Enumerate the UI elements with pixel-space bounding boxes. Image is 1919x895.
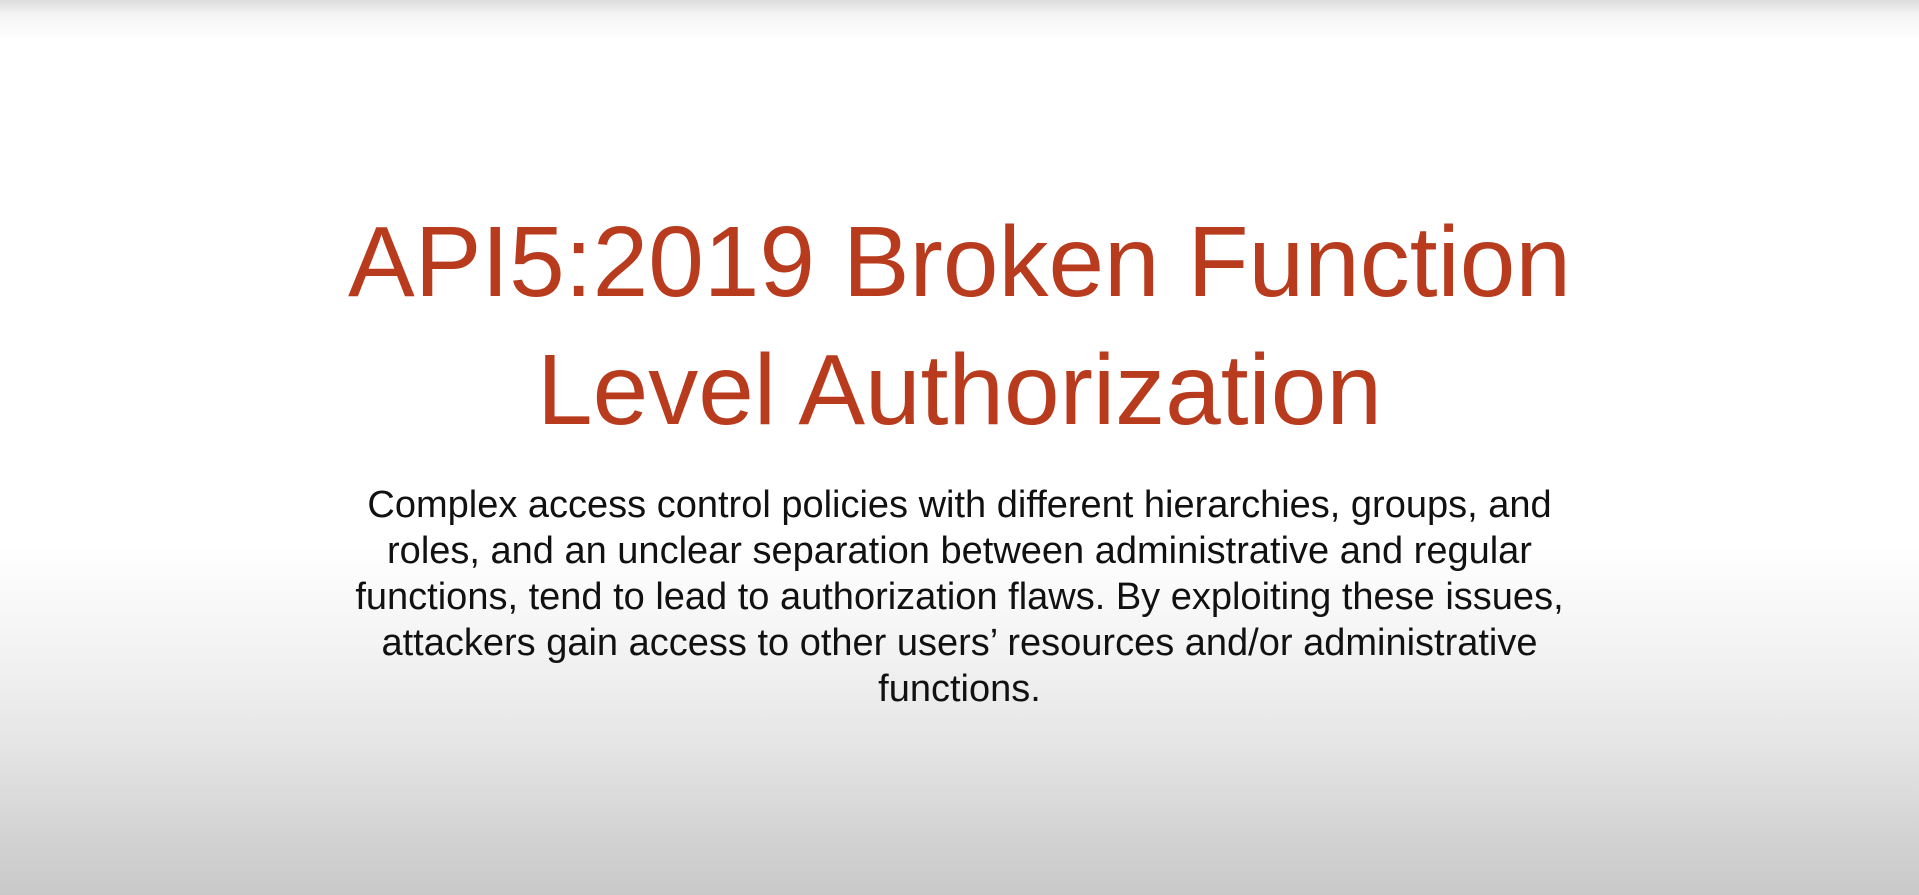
slide-title-line-2: Level Authorization <box>536 334 1383 446</box>
slide-body-line-5: functions. <box>878 668 1041 710</box>
slide-body-text: Complex access control policies with dif… <box>0 482 1919 712</box>
slide-body-line-3: functions, tend to lead to authorization… <box>355 576 1564 618</box>
slide-body-line-4: attackers gain access to other users’ re… <box>381 622 1538 664</box>
slide-title: API5:2019 Broken Function Level Authoriz… <box>0 198 1919 454</box>
slide-body-line-1: Complex access control policies with dif… <box>367 484 1552 526</box>
slide-body-line-2: roles, and an unclear separation between… <box>387 530 1532 572</box>
presentation-slide: API5:2019 Broken Function Level Authoriz… <box>0 0 1919 895</box>
slide-title-line-1: API5:2019 Broken Function <box>348 206 1571 318</box>
